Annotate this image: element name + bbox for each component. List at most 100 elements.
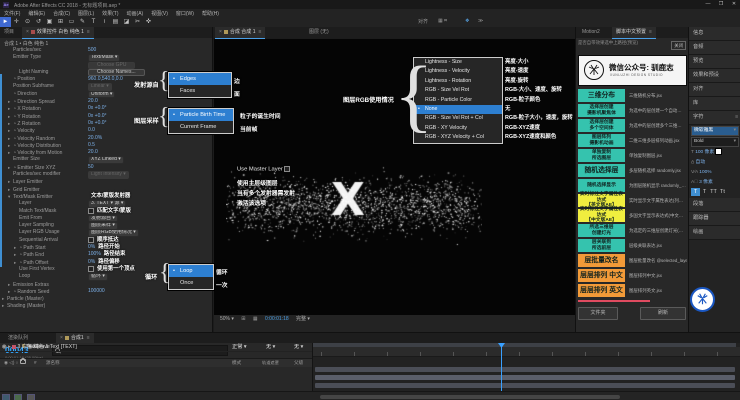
- effect-property-row[interactable]: ▾Text/Mask Emitter 文本/蒙版发射器: [0, 193, 212, 200]
- time-ruler[interactable]: [313, 347, 740, 357]
- effect-property-row[interactable]: ▸◔ Velocity from Motion 20.0: [0, 149, 212, 156]
- effect-property-row[interactable]: Match Text/Mask 匹配文字/蒙版: [0, 208, 212, 215]
- panel-menu-icon[interactable]: ≡: [735, 111, 738, 124]
- shape-tool[interactable]: ▭: [66, 17, 77, 27]
- property-value[interactable]: [88, 237, 94, 243]
- effect-property-row[interactable]: Layer RGB Usage 图层RGB使用情况 ▾: [0, 229, 212, 236]
- tab-composition[interactable]: ×合成 合成 1≡: [215, 27, 265, 39]
- panel-menu-icon[interactable]: ≡: [649, 29, 652, 35]
- panel-header-character[interactable]: 字符≡: [689, 111, 740, 125]
- fill-color-swatch[interactable]: [715, 148, 722, 155]
- wechat-banner[interactable]: 微信公众号: 驯鹿志 XUNLUZHI DESIGN STUDIO: [578, 55, 687, 86]
- menu-item[interactable]: 窗口(W): [172, 9, 198, 17]
- label-color-chip[interactable]: [12, 345, 16, 349]
- workspace-icon[interactable]: ❖: [465, 18, 469, 24]
- effect-property-row[interactable]: Particles/sec 500: [0, 47, 212, 54]
- property-value[interactable]: 50: [88, 164, 94, 170]
- script-button[interactable]: 层层排列 英文: [578, 284, 625, 297]
- property-value[interactable]: [88, 208, 94, 214]
- property-value[interactable]: 0%: [88, 259, 95, 265]
- layer-name[interactable]: TEXT: [26, 344, 39, 350]
- effect-property-row[interactable]: ▸Shading (Master): [0, 302, 212, 309]
- property-value[interactable]: 100000: [88, 288, 105, 294]
- effect-property-row[interactable]: Layer 3. TEXT ▾ 源 ▾: [0, 200, 212, 207]
- effect-property-row[interactable]: Emit From 发射源自 ▾: [0, 215, 212, 222]
- script-button[interactable]: 层关联到所选前层: [578, 239, 625, 252]
- audio-column-icon[interactable]: ◁): [9, 360, 14, 365]
- brush-tool[interactable]: ≀: [99, 17, 110, 27]
- tab-layer-viewer[interactable]: 图层 (无): [305, 27, 333, 38]
- menu-item[interactable]: 视图(V): [147, 9, 172, 17]
- parent-select[interactable]: 无 ▾: [294, 343, 303, 351]
- rotate-tool[interactable]: ↺: [33, 17, 44, 27]
- visibility-column-icon[interactable]: ◉: [4, 360, 8, 365]
- property-value[interactable]: 0.5: [88, 142, 95, 148]
- effect-property-row[interactable]: Layer Sampling 图层采样 ▾: [0, 222, 212, 229]
- baseline-field[interactable]: A⃘ 3 像素: [689, 178, 740, 188]
- effect-property-row[interactable]: Emitter Type Text/Mask ▾: [0, 54, 212, 61]
- graph-editor-icon[interactable]: [14, 394, 22, 400]
- menu-option[interactable]: Loop: [169, 265, 213, 277]
- zoom-tool[interactable]: ⊙: [22, 17, 33, 27]
- script-button[interactable]: 图层阵列摄影机动画: [578, 134, 625, 147]
- font-style-select[interactable]: Bold▾: [691, 137, 739, 147]
- font-size-field[interactable]: T 100 像素: [689, 148, 740, 158]
- script-button[interactable]: 随机选择层: [578, 164, 625, 177]
- hand-tool[interactable]: ✛: [11, 17, 22, 27]
- selection-tool[interactable]: ►: [0, 17, 11, 27]
- grid-guides-icon[interactable]: ⊞: [241, 316, 245, 322]
- effect-property-row[interactable]: ▸◔ Path End 100%路径结束: [0, 251, 212, 258]
- panel-menu-icon[interactable]: ≡: [258, 29, 261, 35]
- snap-icons[interactable]: ▦ ⌗: [438, 18, 447, 24]
- tab-render-queue[interactable]: 渲染队列: [4, 333, 32, 343]
- type-toggle-button[interactable]: Tt: [718, 188, 727, 196]
- script-button[interactable]: 层批量改名: [578, 254, 625, 267]
- effect-property-row[interactable]: ▸Grid Emitter: [0, 186, 212, 193]
- panel-header[interactable]: 库: [689, 97, 740, 111]
- effect-property-row[interactable]: ▸◔ Direction Spread 20.0: [0, 98, 212, 105]
- menu-item[interactable]: 效果(T): [98, 9, 122, 17]
- property-value[interactable]: 20.0: [88, 149, 98, 155]
- solo-column-icon[interactable]: ○: [16, 360, 19, 365]
- effect-property-row[interactable]: ▸Particle (Master): [0, 295, 212, 302]
- script-button[interactable]: 所选三维层创建灯光: [578, 224, 625, 237]
- menu-item[interactable]: 帮助(H): [198, 9, 223, 17]
- clone-stamp-tool[interactable]: ▤: [110, 17, 121, 27]
- blend-mode-select[interactable]: 正常 ▾: [232, 343, 246, 351]
- close-tab-icon[interactable]: ×: [219, 29, 222, 35]
- script-button[interactable]: 层层排列 中文: [578, 269, 625, 282]
- toggle-switches-icon[interactable]: [2, 394, 10, 400]
- property-value[interactable]: [88, 266, 94, 272]
- layer-duration-bar[interactable]: [315, 367, 735, 372]
- property-value[interactable]: 0.0: [88, 127, 95, 133]
- tab-project[interactable]: 项目: [0, 27, 18, 38]
- script-button[interactable]: 实时标注文字属性表达式【英文版AE】: [578, 194, 625, 207]
- effect-property-row[interactable]: ▸◔ Velocity Distribution 0.5: [0, 142, 212, 149]
- tab-effect-controls[interactable]: ×效果控件 白色 纯色 1≡: [22, 27, 94, 39]
- scrollbar[interactable]: [0, 74, 2, 267]
- menu-option[interactable]: Particle Birth Time: [169, 109, 233, 121]
- property-value[interactable]: 0x +0.0°: [88, 120, 107, 126]
- roto-brush-tool[interactable]: ✂: [132, 17, 143, 27]
- puppet-pin-tool[interactable]: ✜: [143, 17, 154, 27]
- resolution-select[interactable]: 完整 ▾: [296, 316, 310, 322]
- expand-icon[interactable]: [27, 394, 35, 400]
- minimize-button[interactable]: —: [702, 1, 714, 7]
- menu-item[interactable]: 文件(F): [0, 9, 24, 17]
- script-button[interactable]: 选择层创建多个空间体: [578, 119, 625, 132]
- close-tab-icon[interactable]: ×: [26, 29, 29, 35]
- maximize-button[interactable]: ❐: [715, 1, 727, 7]
- trkmat-select[interactable]: 无 ▾: [266, 343, 275, 351]
- zoom-select[interactable]: 50% ▾: [220, 316, 234, 322]
- region-of-interest-icon[interactable]: ▦: [253, 316, 258, 322]
- effect-property-row[interactable]: Emitter Size XYZ Linked ▾: [0, 156, 212, 163]
- leading-field[interactable]: A̲ 自动: [689, 158, 740, 168]
- script-button[interactable]: 单独复制所选图层: [578, 149, 625, 162]
- workspace-more-icon[interactable]: ≫: [478, 18, 483, 24]
- tracking-field[interactable]: V∕A 100%: [689, 168, 740, 178]
- eye-icon[interactable]: ◉: [2, 344, 7, 350]
- tab-scripts-cn[interactable]: 脚本中文预置≡: [612, 27, 656, 39]
- pan-behind-tool[interactable]: ⊞: [55, 17, 66, 27]
- font-family-select[interactable]: 微软雅黑▾: [691, 126, 739, 136]
- property-value[interactable]: 20.0: [88, 98, 98, 104]
